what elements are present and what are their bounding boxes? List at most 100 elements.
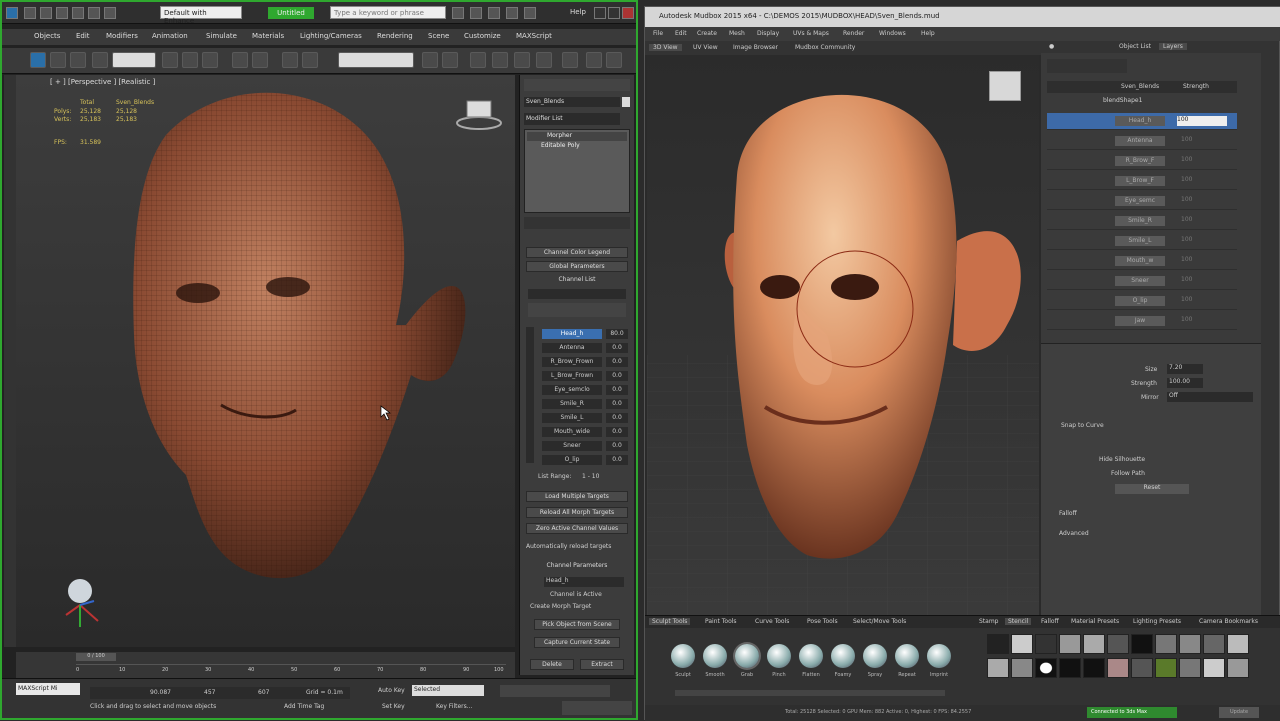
layer-strength[interactable]: 100 [1181, 256, 1192, 263]
layer-strength[interactable]: 100 [1177, 116, 1227, 126]
render-frame-icon[interactable] [606, 52, 622, 68]
percent-snap-icon[interactable] [232, 52, 248, 68]
stack-item-morpher[interactable]: Morpher [527, 132, 627, 141]
channel-value[interactable]: 0.0 [606, 413, 628, 423]
menu-edit[interactable]: Edit [76, 32, 90, 40]
pinch-tool-icon[interactable] [767, 644, 791, 668]
layer-strength[interactable]: 100 [1181, 296, 1192, 303]
delete-button[interactable]: Delete [530, 659, 574, 670]
time-slider[interactable]: 0 / 100 [76, 653, 116, 661]
menu-lighting-cameras[interactable]: Lighting/Cameras [300, 32, 362, 40]
reload-all-targets-button[interactable]: Reload All Morph Targets [526, 507, 628, 518]
layer-row[interactable]: Smile_R 100 [1047, 213, 1237, 230]
named-selection-dropdown[interactable] [338, 52, 414, 68]
mud-menu-windows[interactable]: Windows [879, 30, 906, 37]
rollout-channel-parameters[interactable]: Channel Parameters [526, 561, 628, 572]
redo-icon[interactable] [88, 7, 100, 19]
layer-row[interactable]: Eye_semc 100 [1047, 193, 1237, 210]
layer-strength[interactable]: 100 [1181, 316, 1192, 323]
load-multiple-targets-button[interactable]: Load Multiple Targets [526, 491, 628, 502]
layer-strength[interactable]: 100 [1181, 136, 1192, 143]
search-icon[interactable] [452, 7, 464, 19]
stencil-swatch[interactable] [1107, 634, 1129, 654]
tool-tray-scrollbar[interactable] [675, 690, 945, 696]
channel-value[interactable]: 0.0 [606, 441, 628, 451]
mud-menu-file[interactable]: File [653, 30, 663, 37]
mud-menu-uvs-maps[interactable]: UVs & Maps [793, 30, 829, 37]
layer-strength[interactable]: 100 [1181, 276, 1192, 283]
stencil-swatch[interactable] [1227, 634, 1249, 654]
mud-menu-help[interactable]: Help [921, 30, 935, 37]
channel-value[interactable]: 0.0 [606, 343, 628, 353]
update-button[interactable]: Update [1219, 707, 1259, 718]
layer-row[interactable]: O_lip 100 [1047, 293, 1237, 310]
sculpt-head-model[interactable] [647, 55, 1039, 615]
undo-icon[interactable] [72, 7, 84, 19]
menu-rendering[interactable]: Rendering [377, 32, 413, 40]
select-region-icon[interactable] [70, 52, 86, 68]
align-icon[interactable] [442, 52, 458, 68]
mud-menu-render[interactable]: Render [843, 30, 864, 37]
stencil-swatch[interactable] [1179, 634, 1201, 654]
stencil-swatch[interactable] [1011, 634, 1033, 654]
falloff-rollout[interactable]: Falloff [1059, 510, 1077, 517]
layer-row[interactable]: L_Brow_F 100 [1047, 173, 1237, 190]
side-tabs[interactable] [1261, 41, 1279, 615]
mudbox-3d-viewport[interactable] [647, 55, 1039, 615]
stencil-swatch[interactable] [1083, 634, 1105, 654]
viewcube-icon[interactable] [989, 71, 1021, 101]
spinner-snap-icon[interactable] [252, 52, 268, 68]
viewport-nav-controls[interactable] [562, 701, 632, 715]
hide-silhouette-checkbox[interactable]: Hide Silhouette [1099, 456, 1145, 463]
rollout-channel-list[interactable]: Channel List [526, 275, 628, 286]
object-name-field[interactable]: Sven_Blends [524, 97, 620, 107]
grab-tool-icon[interactable] [735, 644, 759, 668]
auto-reload-checkbox[interactable]: Automatically reload targets [526, 543, 611, 550]
stencil-swatch[interactable] [987, 634, 1009, 654]
smooth-tool-icon[interactable] [703, 644, 727, 668]
layer-strength[interactable]: 100 [1181, 216, 1192, 223]
playback-controls[interactable] [500, 685, 610, 697]
coord-z[interactable]: 607 [258, 689, 269, 696]
tab-falloff[interactable]: Falloff [1041, 618, 1059, 625]
channel-list-buttons[interactable] [528, 303, 626, 317]
channel-value[interactable]: 0.0 [606, 399, 628, 409]
object-color-swatch[interactable] [622, 97, 630, 107]
viewcube-icon[interactable] [454, 97, 504, 133]
tab-image-browser[interactable]: Image Browser [733, 44, 778, 51]
channel-value[interactable]: 0.0 [606, 371, 628, 381]
channel-list-marker-dropdown[interactable] [528, 289, 626, 299]
viewport-perspective[interactable]: [ + ] [Perspective ] [Realistic ] Total … [16, 75, 515, 647]
layer-row[interactable]: Antenna 100 [1047, 133, 1237, 150]
stencil-swatch[interactable] [1059, 634, 1081, 654]
tab-3d-view[interactable]: 3D View [649, 44, 682, 51]
help-menu[interactable]: Help [570, 8, 586, 16]
stencil-swatch[interactable] [1131, 634, 1153, 654]
layer-row[interactable]: Mouth_w 100 [1047, 253, 1237, 270]
timeline[interactable]: 0 / 100 0 10 20 30 40 50 60 70 80 90 100 [16, 652, 515, 678]
stencil-swatch[interactable] [1155, 658, 1177, 678]
channel-row[interactable]: L_Brow_Frown 0.0 [542, 371, 630, 382]
layer-row[interactable]: Head_h 100 [1047, 113, 1237, 130]
stencil-swatch[interactable] [1083, 658, 1105, 678]
menu-customize[interactable]: Customize [464, 32, 501, 40]
rotate-icon[interactable] [50, 52, 66, 68]
imprint-tool-icon[interactable] [927, 644, 951, 668]
channel-row[interactable]: Smile_L 0.0 [542, 413, 630, 424]
mud-menu-edit[interactable]: Edit [675, 30, 687, 37]
tab-sculpt-tools[interactable]: Sculpt Tools [649, 618, 691, 625]
tab-uv-view[interactable]: UV View [693, 44, 718, 51]
channel-value[interactable]: 0.0 [606, 427, 628, 437]
channel-row[interactable]: Eye_semclo 0.0 [542, 385, 630, 396]
capture-state-button[interactable]: Capture Current State [534, 637, 620, 648]
sculpt-tool-icon[interactable] [671, 644, 695, 668]
minimize-icon[interactable] [594, 7, 606, 19]
render-setup-icon[interactable] [586, 52, 602, 68]
menu-maxscript[interactable]: MAXScript [516, 32, 552, 40]
schematic-icon[interactable] [536, 52, 552, 68]
mud-menu-mesh[interactable]: Mesh [729, 30, 745, 37]
command-panel-tabs[interactable] [524, 79, 630, 91]
tab-mudbox-community[interactable]: Mudbox Community [795, 44, 855, 51]
size-field[interactable]: 7.20 [1167, 364, 1203, 374]
tab-stencil[interactable]: Stencil [1005, 618, 1032, 625]
